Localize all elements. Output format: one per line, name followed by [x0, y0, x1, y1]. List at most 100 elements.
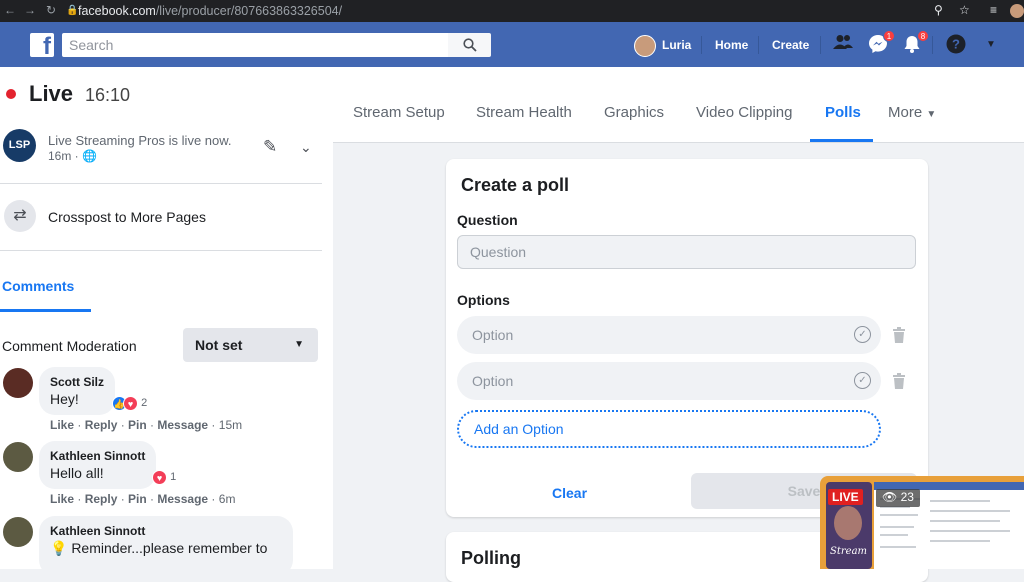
tab-video-clipping[interactable]: Video Clipping [696, 104, 792, 121]
question-label: Question [457, 212, 518, 228]
comment-author[interactable]: Kathleen Sinnott [50, 449, 145, 463]
chevron-down-icon[interactable]: ⌄ [300, 139, 312, 156]
svg-text:?: ? [952, 37, 960, 52]
facebook-logo-icon[interactable]: f [30, 33, 54, 57]
comment-author[interactable]: Scott Silz [50, 375, 104, 389]
globe-icon: 🌐 [82, 149, 97, 163]
like-action[interactable]: Like [50, 418, 74, 432]
live-indicator-dot [6, 89, 16, 99]
comment-text: Hello all! [50, 465, 104, 481]
address-bar[interactable]: facebook.com/live/producer/8076638633265… [78, 1, 342, 21]
like-action[interactable]: Like [50, 492, 74, 506]
tab-comments[interactable]: Comments [2, 278, 74, 294]
back-icon[interactable]: ← [4, 3, 16, 17]
search-button[interactable] [448, 33, 491, 57]
pin-action[interactable]: Pin [128, 418, 147, 432]
live-label: Live [29, 81, 74, 106]
comment-actions: Like · Reply · Pin · Message · 15m [50, 418, 243, 432]
love-reaction-icon: ♥ [152, 469, 167, 485]
avatar[interactable] [3, 442, 33, 472]
search-icon [462, 38, 477, 52]
clear-button[interactable]: Clear [552, 485, 587, 501]
options-label: Options [457, 292, 510, 308]
trash-icon[interactable] [892, 327, 906, 343]
home-link[interactable]: Home [715, 34, 748, 56]
caret-down-icon: ▼ [294, 339, 304, 350]
notifications-icon[interactable]: 8 [901, 30, 929, 56]
option-input[interactable]: Option ✓ [457, 362, 881, 400]
comment-bubble: Kathleen Sinnott Hello all! [39, 441, 157, 489]
zoom-icon[interactable]: ⚲ [934, 3, 943, 17]
profile-link[interactable]: Luria [634, 34, 692, 57]
profile-avatar[interactable] [1010, 4, 1024, 18]
facebook-header: f Search Luria Home Create 1 8 ? ▼ [0, 22, 1024, 67]
profile-name: Luria [662, 38, 692, 52]
tab-stream-health[interactable]: Stream Health [476, 104, 572, 121]
live-ago: 16m · 🌐 [48, 149, 97, 163]
stream-preview-overlay[interactable]: Stream LIVE 👁 23 [820, 476, 1024, 569]
eye-icon: 👁 [882, 490, 898, 504]
crosspost-icon[interactable]: ⇄ [4, 200, 36, 232]
comment-bubble: Kathleen Sinnott 💡 Reminder...please rem… [39, 516, 293, 576]
comment-moderation-label: Comment Moderation [2, 338, 137, 354]
edit-pencil-icon[interactable]: ✎ [263, 137, 277, 157]
live-badge: LIVE [828, 489, 863, 505]
comment-actions: Like · Reply · Pin · Message · 6m [50, 492, 236, 506]
reply-action[interactable]: Reply [85, 492, 118, 506]
tab-graphics[interactable]: Graphics [604, 104, 664, 121]
reaction-count[interactable]: 👍 ♥ 2 [112, 395, 147, 411]
reply-action[interactable]: Reply [85, 418, 118, 432]
avatar[interactable] [3, 517, 33, 547]
comment-text: Hey! [50, 391, 79, 407]
help-icon[interactable]: ? [945, 34, 967, 56]
avatar [634, 34, 656, 57]
viewer-count: 👁 23 [876, 489, 920, 507]
add-option-button[interactable]: Add an Option [457, 410, 881, 448]
question-input[interactable]: Question [457, 235, 916, 269]
create-poll-title: Create a poll [461, 175, 570, 195]
pin-action[interactable]: Pin [128, 492, 147, 506]
trash-icon[interactable] [892, 373, 906, 389]
polling-title: Polling [461, 548, 521, 568]
tab-stream-setup[interactable]: Stream Setup [353, 104, 445, 121]
messenger-badge: 1 [883, 30, 895, 42]
tab-polls[interactable]: Polls [825, 104, 861, 121]
left-panel: Live 16:10 LSP Live Streaming Pros is li… [0, 67, 333, 576]
forward-icon[interactable]: → [24, 3, 36, 17]
search-input[interactable]: Search [62, 33, 448, 57]
comment-author[interactable]: Kathleen Sinnott [50, 524, 282, 538]
live-status-text: Live Streaming Pros is live now. [48, 133, 232, 148]
comment-bubble: Scott Silz Hey! [39, 367, 116, 415]
reload-icon[interactable]: ↻ [46, 3, 56, 17]
check-circle-icon[interactable]: ✓ [854, 326, 871, 343]
create-link[interactable]: Create [772, 34, 809, 56]
bookmark-star-icon[interactable]: ☆ [959, 3, 970, 17]
notifications-badge: 8 [917, 30, 929, 42]
account-menu-chevron-icon[interactable]: ▼ [980, 34, 1002, 56]
messenger-icon[interactable]: 1 [867, 30, 895, 56]
live-duration: 16:10 [85, 85, 131, 105]
reading-list-icon[interactable]: ≡ [990, 3, 997, 17]
avatar[interactable] [3, 368, 33, 398]
active-tab-underline [810, 139, 873, 142]
camera-caption: Stream [830, 546, 868, 557]
comment-moderation-select[interactable]: Not set ▼ [183, 328, 318, 362]
love-reaction-icon: ♥ [123, 395, 138, 411]
message-action[interactable]: Message [157, 418, 208, 432]
friend-requests-icon[interactable] [832, 34, 854, 56]
check-circle-icon[interactable]: ✓ [854, 372, 871, 389]
option-input[interactable]: Option ✓ [457, 316, 881, 354]
reaction-count[interactable]: ♥ 1 [152, 469, 176, 485]
comment-text: 💡 Reminder...please remember to [50, 540, 268, 556]
create-poll-card: Create a poll Question Question Options … [446, 159, 928, 517]
tab-more[interactable]: More ▼ [888, 104, 936, 121]
presenter-image [834, 506, 862, 540]
browser-toolbar: ← → ↻ 🔒 facebook.com/live/producer/80766… [0, 0, 1024, 22]
page-avatar: LSP [3, 129, 36, 162]
comment-age: 6m [218, 492, 236, 506]
comment-age: 15m [218, 418, 243, 432]
message-action[interactable]: Message [157, 492, 208, 506]
lock-icon: 🔒 [66, 5, 79, 16]
crosspost-link[interactable]: Crosspost to More Pages [48, 209, 206, 225]
producer-tabs: Stream Setup Stream Health Graphics Vide… [333, 67, 1024, 143]
